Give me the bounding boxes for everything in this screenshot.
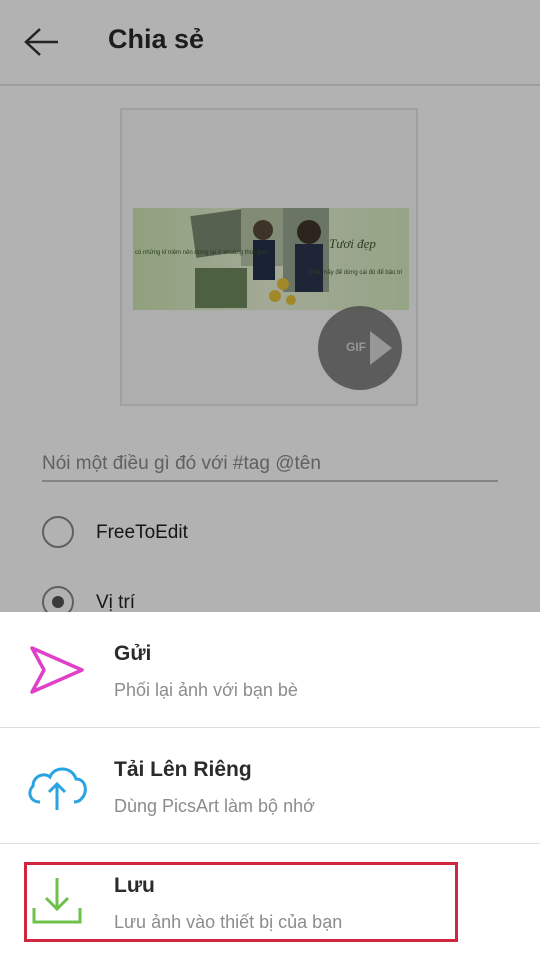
sheet-item-send[interactable]: Gửi Phối lại ảnh với bạn bè: [0, 612, 540, 728]
private-upload-subtitle: Dùng PicsArt làm bộ nhớ: [114, 796, 315, 816]
private-upload-title: Tải Lên Riêng: [114, 758, 252, 781]
send-icon: [24, 642, 90, 698]
save-highlight-box: [24, 862, 458, 942]
sheet-item-private-upload[interactable]: Tải Lên Riêng Dùng PicsArt làm bộ nhớ: [0, 728, 540, 844]
send-title: Gửi: [114, 642, 152, 665]
send-subtitle: Phối lại ảnh với bạn bè: [114, 680, 298, 700]
share-bottom-sheet: Gửi Phối lại ảnh với bạn bè Tải Lên Riên…: [0, 612, 540, 960]
cloud-upload-icon: [24, 758, 90, 814]
